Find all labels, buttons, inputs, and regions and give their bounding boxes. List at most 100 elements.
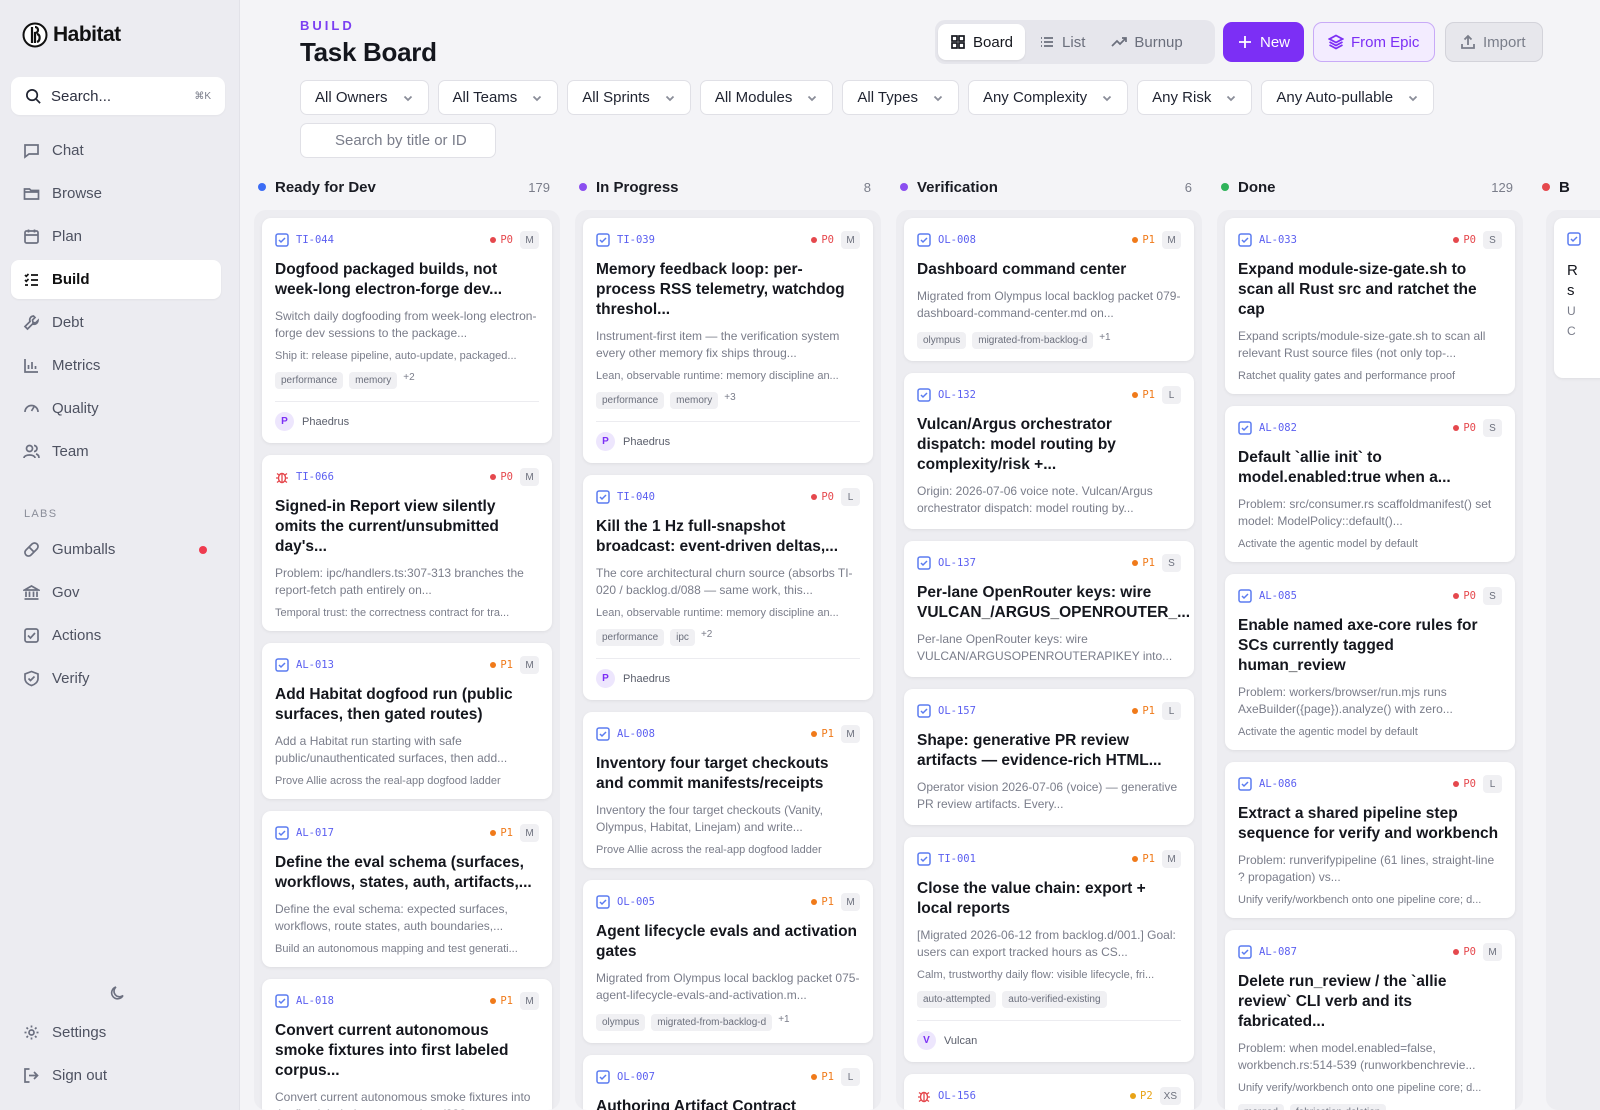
task-check-icon xyxy=(596,490,610,504)
priority-label: P0 xyxy=(500,471,513,483)
task-goal: Prove Allie across the real-app dogfood … xyxy=(596,844,822,856)
sidebar-item-plan[interactable]: Plan xyxy=(11,217,221,256)
sidebar-item-debt[interactable]: Debt xyxy=(11,303,221,342)
gauge-icon xyxy=(24,404,39,413)
sidebar-item-settings[interactable]: Settings xyxy=(11,1013,221,1052)
more-tags-count: +2 xyxy=(403,372,415,383)
sidebar-item-gumballs[interactable]: Gumballs xyxy=(11,530,221,569)
filter-label: Any Complexity xyxy=(982,89,1088,106)
task-card[interactable]: AL-017 P1 M Define the eval schema (surf… xyxy=(262,811,552,967)
task-id: OL-005 xyxy=(617,896,655,908)
new-task-button[interactable]: New xyxy=(1223,22,1304,62)
size-badge: M xyxy=(520,992,539,1010)
sidebar-item-chat[interactable]: Chat xyxy=(11,131,221,170)
task-description: [Migrated 2026-06-12 from backlog.d/001.… xyxy=(917,928,1176,959)
task-card[interactable]: TI-001 P1 M Close the value chain: expor… xyxy=(904,837,1194,1062)
task-card[interactable]: AL-085 P0 S Enable named axe-core rules … xyxy=(1225,574,1515,750)
sidebar-item-label: Quality xyxy=(52,400,99,417)
sidebar-item-sign-out[interactable]: Sign out xyxy=(11,1056,221,1095)
task-title: Inventory four target checkouts and comm… xyxy=(596,755,829,792)
size-badge: S xyxy=(1483,419,1502,437)
task-card[interactable]: AL-082 P0 S Default `allie init` to mode… xyxy=(1225,406,1515,562)
task-card[interactable]: OL-005 P1 M Agent lifecycle evals and ac… xyxy=(583,880,873,1043)
task-id: AL-085 xyxy=(1259,590,1297,602)
filter-dropdown[interactable]: All Owners xyxy=(300,80,429,115)
column-title: B xyxy=(1559,178,1570,196)
task-card[interactable]: AL-086 P0 L Extract a shared pipeline st… xyxy=(1225,762,1515,918)
search-icon xyxy=(26,88,41,104)
task-description: Convert current autonomous smoke fixture… xyxy=(275,1090,531,1110)
task-check-icon xyxy=(596,1070,610,1084)
task-id: AL-008 xyxy=(617,728,655,740)
task-id: TI-040 xyxy=(617,491,655,503)
owner-name: Vulcan xyxy=(944,1034,978,1047)
tag: olympus xyxy=(917,332,967,349)
gear-icon xyxy=(24,1025,39,1040)
trend-up-icon xyxy=(1111,37,1128,47)
tag: auto-verified-existing xyxy=(1002,991,1107,1008)
priority-label: P0 xyxy=(821,491,834,503)
priority-label: P1 xyxy=(821,1071,834,1083)
task-card[interactable]: AL-087 P0 M Delete run_review / the `all… xyxy=(1225,930,1515,1110)
filter-dropdown[interactable]: Any Auto-pullable xyxy=(1261,80,1435,115)
search-by-title-input[interactable]: Search by title or ID xyxy=(300,123,496,158)
size-badge: XS xyxy=(1159,1087,1181,1105)
task-card[interactable]: AL-033 P0 S Expand module-size-gate.sh t… xyxy=(1225,218,1515,394)
task-card[interactable]: TI-044 P0 M Dogfood packaged builds, not… xyxy=(262,218,552,443)
priority-badge: P1 xyxy=(1132,557,1155,569)
sidebar-item-team[interactable]: Team xyxy=(11,432,221,471)
task-card[interactable]: OL-157 P1 L Shape: generative PR review … xyxy=(904,689,1194,825)
task-card[interactable]: OL-132 P1 L Vulcan/Argus orchestrator di… xyxy=(904,373,1194,529)
task-card[interactable]: OL-156 P2 XS parseOpenCodeOutput drops xyxy=(904,1074,1194,1110)
import-button[interactable]: Import xyxy=(1445,22,1543,62)
sidebar-item-browse[interactable]: Browse xyxy=(11,174,221,213)
from-epic-button[interactable]: From Epic xyxy=(1313,22,1435,62)
avatar: V xyxy=(917,1031,936,1050)
priority-badge: P0 xyxy=(811,491,834,503)
global-search[interactable]: Search... ⌘K xyxy=(11,77,225,115)
task-check-icon xyxy=(1567,232,1581,246)
priority-badge: P0 xyxy=(490,234,513,246)
view-list-button[interactable]: List xyxy=(1027,24,1097,60)
task-owner: P Phaedrus xyxy=(596,421,860,451)
brand-logo[interactable]: Habitat xyxy=(22,22,121,48)
task-card[interactable]: AL-018 P1 M Convert current autonomous s… xyxy=(262,979,552,1110)
sidebar-item-verify[interactable]: Verify xyxy=(11,659,221,698)
task-check-icon xyxy=(275,994,289,1008)
chevron-down-icon xyxy=(808,95,817,101)
priority-dot xyxy=(1132,392,1139,398)
chevron-down-icon xyxy=(1103,95,1112,101)
sidebar-item-quality[interactable]: Quality xyxy=(11,389,221,428)
sidebar-item-actions[interactable]: Actions xyxy=(11,616,221,655)
moon-icon[interactable] xyxy=(109,984,127,1002)
task-check-icon xyxy=(275,826,289,840)
chat-icon xyxy=(24,144,39,159)
task-card[interactable]: TI-040 P0 L Kill the 1 Hz full-snapshot … xyxy=(583,475,873,700)
task-description: Switch daily dogfooding from week-long e… xyxy=(275,309,537,340)
filter-dropdown[interactable]: All Modules xyxy=(699,80,834,115)
size-badge: S xyxy=(1483,587,1502,605)
sidebar-item-label: Gov xyxy=(52,584,80,601)
filter-dropdown[interactable]: Any Risk xyxy=(1137,80,1253,115)
task-card[interactable]: AL-008 P1 M Inventory four target checko… xyxy=(583,712,873,868)
view-board-button[interactable]: Board xyxy=(938,24,1026,60)
task-card[interactable]: OL-008 P1 M Dashboard command center Migr… xyxy=(904,218,1194,361)
task-card[interactable]: OL-007 P1 L Authoring Artifact Contract xyxy=(583,1055,873,1110)
task-card[interactable]: AL-013 P1 M Add Habitat dogfood run (pub… xyxy=(262,643,552,799)
card[interactable]: RsUC xyxy=(1554,218,1600,378)
filter-label: Any Auto-pullable xyxy=(1276,89,1394,106)
pill-icon xyxy=(24,542,39,557)
sidebar-item-gov[interactable]: Gov xyxy=(11,573,221,612)
column-status-dot xyxy=(258,183,266,191)
column-body: TI-044 P0 M Dogfood packaged builds, not… xyxy=(254,210,560,1110)
filter-dropdown[interactable]: Any Complexity xyxy=(967,80,1129,115)
view-burnup-button[interactable]: Burnup xyxy=(1099,24,1194,60)
task-card[interactable]: OL-137 P1 S Per-lane OpenRouter keys: wi… xyxy=(904,541,1194,677)
sidebar-item-build[interactable]: Build xyxy=(11,260,221,299)
task-card[interactable]: TI-039 P0 M Memory feedback loop: per-pr… xyxy=(583,218,873,463)
filter-dropdown[interactable]: All Sprints xyxy=(567,80,691,115)
task-card[interactable]: TI-066 P0 M Signed-in Report view silent… xyxy=(262,455,552,631)
sidebar-item-metrics[interactable]: Metrics xyxy=(11,346,221,385)
filter-dropdown[interactable]: All Types xyxy=(842,80,959,115)
filter-dropdown[interactable]: All Teams xyxy=(437,80,559,115)
